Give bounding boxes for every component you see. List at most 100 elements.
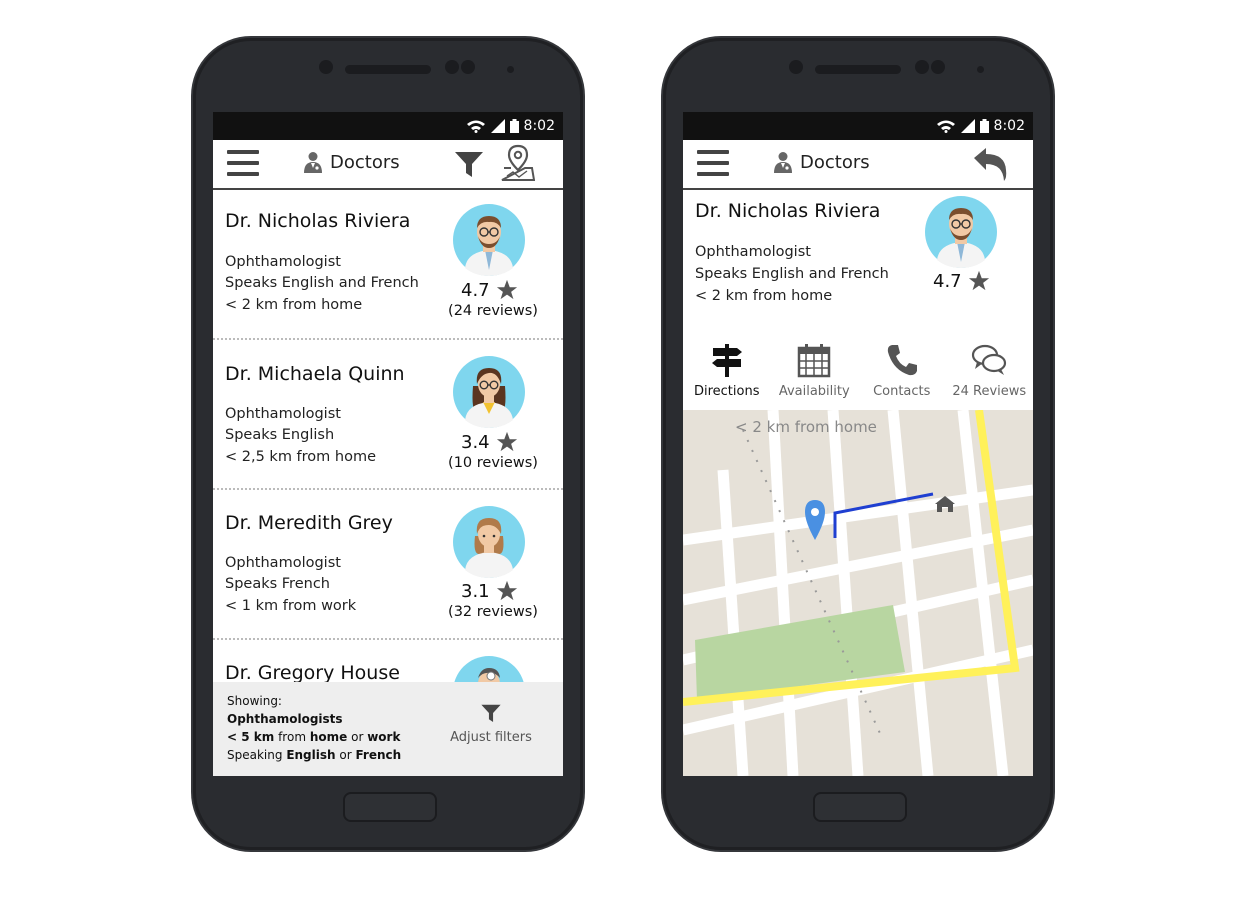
doctor-icon xyxy=(304,152,322,173)
detail-tabs: Directions Availability Contacts 24 Revi… xyxy=(683,336,1033,412)
wifi-icon xyxy=(466,120,485,133)
status-bar: 8:02 xyxy=(213,112,563,140)
directions-map[interactable]: < 2 km from home xyxy=(683,410,1033,776)
front-sensor xyxy=(915,60,929,74)
status-bar: 8:02 xyxy=(683,112,1033,140)
doctor-avatar-male-partial xyxy=(454,656,524,682)
filter-summary-language-1: English xyxy=(286,748,336,762)
app-bar: Doctors xyxy=(213,140,563,190)
phone-icon xyxy=(887,345,917,376)
doctor-name: Dr. Gregory House xyxy=(225,662,400,682)
review-count: (32 reviews) xyxy=(448,604,538,620)
doctor-name: Dr. Meredith Grey xyxy=(225,512,393,534)
tab-reviews[interactable]: 24 Reviews xyxy=(946,336,1034,410)
filter-summary-language-or: or xyxy=(339,748,352,762)
rating-value: 4.7 xyxy=(461,279,490,301)
doctor-list-screen: 8:02 Doctors Dr. Nicholas Riviera Ophtha… xyxy=(213,112,563,776)
map-location-icon[interactable] xyxy=(501,144,535,182)
signpost-icon xyxy=(711,344,742,377)
doctor-avatar-male xyxy=(453,204,525,276)
doctor-specialty: Ophthamologist xyxy=(225,555,341,571)
doctor-icon xyxy=(774,152,792,173)
filter-icon[interactable] xyxy=(453,148,485,180)
doctor-languages: Speaks English and French xyxy=(695,266,889,282)
proximity-sensor xyxy=(507,66,514,73)
adjust-filters-label: Adjust filters xyxy=(450,730,532,745)
phone-left: 8:02 Doctors Dr. Nicholas Riviera Ophtha… xyxy=(193,38,583,850)
tab-contacts[interactable]: Contacts xyxy=(858,336,946,410)
tab-availability-label: Availability xyxy=(778,384,850,399)
doctor-name: Dr. Nicholas Riviera xyxy=(695,200,881,222)
rating: 4.7 xyxy=(461,279,518,301)
battery-icon xyxy=(979,119,989,133)
doctor-list: Dr. Nicholas Riviera Ophthamologist Spea… xyxy=(213,190,563,682)
doctor-languages: Speaks English and French xyxy=(225,275,419,291)
doctor-card[interactable]: Dr. Meredith Grey Ophthamologist Speaks … xyxy=(213,490,563,640)
back-arrow-icon[interactable] xyxy=(971,146,1009,182)
wifi-icon xyxy=(936,120,955,133)
hardware-home-button[interactable] xyxy=(343,792,437,822)
rating-value: 3.4 xyxy=(461,431,490,453)
tab-directions[interactable]: Directions xyxy=(683,336,771,410)
star-icon xyxy=(496,279,517,300)
doctor-languages: Speaks French xyxy=(225,576,330,592)
status-time: 8:02 xyxy=(993,118,1025,134)
filter-summary-home: home xyxy=(309,730,348,744)
battery-icon xyxy=(509,119,519,133)
filter-summary-speaking: Speaking xyxy=(227,748,283,762)
doctor-name: Dr. Nicholas Riviera xyxy=(225,210,411,232)
front-camera xyxy=(319,60,333,74)
doctor-avatar-female xyxy=(453,506,525,578)
page-title-text: Doctors xyxy=(800,151,870,173)
tab-availability[interactable]: Availability xyxy=(771,336,859,410)
hamburger-menu-icon[interactable] xyxy=(697,150,729,176)
doctor-specialty: Ophthamologist xyxy=(225,254,341,270)
map-canvas xyxy=(683,410,1033,776)
doctor-avatar-male xyxy=(925,196,997,268)
calendar-icon xyxy=(798,344,831,378)
signal-icon xyxy=(960,119,975,133)
page-title-text: Doctors xyxy=(330,151,400,173)
tab-reviews-label: 24 Reviews xyxy=(952,384,1027,399)
tab-directions-label: Directions xyxy=(693,384,760,399)
doctor-distance: < 2 km from home xyxy=(695,288,833,304)
doctor-card[interactable]: Dr. Nicholas Riviera Ophthamologist Spea… xyxy=(213,190,563,340)
star-icon xyxy=(496,580,517,601)
rating: 3.4 xyxy=(461,431,518,453)
chat-bubbles-icon xyxy=(972,344,1007,375)
rating-value: 3.1 xyxy=(461,580,490,602)
phone-right: 8:02 Doctors Dr. Nicholas Riviera Ophtha… xyxy=(663,38,1053,850)
map-distance-label: < 2 km from home xyxy=(735,418,877,436)
doctor-languages: Speaks English xyxy=(225,427,335,443)
star-icon xyxy=(496,431,517,452)
filter-summary-from: from xyxy=(278,730,307,744)
doctor-name: Dr. Michaela Quinn xyxy=(225,363,405,385)
doctor-specialty: Ophthamologist xyxy=(225,406,341,422)
filter-summary-bar: Showing: Ophthamologists < 5 km from hom… xyxy=(213,682,563,776)
filter-summary-or: or xyxy=(351,730,364,744)
doctor-distance: < 2 km from home xyxy=(225,297,363,313)
doctor-card[interactable]: Dr. Michaela Quinn Ophthamologist Speaks… xyxy=(213,340,563,490)
front-camera xyxy=(789,60,803,74)
filter-summary-text: Showing: Ophthamologists < 5 km from hom… xyxy=(227,692,401,764)
filter-summary-showing: Showing: xyxy=(227,694,282,708)
front-sensor xyxy=(445,60,459,74)
review-count: (24 reviews) xyxy=(448,303,538,319)
rating: 3.1 xyxy=(461,580,518,602)
front-sensor-2 xyxy=(931,60,945,74)
tab-contacts-label: Contacts xyxy=(873,384,931,399)
front-sensor-2 xyxy=(461,60,475,74)
doctor-card[interactable]: Dr. Gregory House xyxy=(213,640,563,682)
filter-summary-work: work xyxy=(367,730,401,744)
doctor-distance: < 1 km from work xyxy=(225,598,357,614)
adjust-filters-button[interactable]: Adjust filters xyxy=(441,702,541,745)
star-icon xyxy=(968,270,989,291)
doctor-distance: < 2,5 km from home xyxy=(225,449,377,465)
filter-icon xyxy=(481,704,501,722)
rating: 4.7 xyxy=(933,270,990,292)
hamburger-menu-icon[interactable] xyxy=(227,150,259,176)
hardware-home-button[interactable] xyxy=(813,792,907,822)
doctor-specialty: Ophthamologist xyxy=(695,244,811,260)
doctor-detail: Dr. Nicholas Riviera Ophthamologist Spea… xyxy=(683,190,1033,336)
status-time: 8:02 xyxy=(523,118,555,134)
